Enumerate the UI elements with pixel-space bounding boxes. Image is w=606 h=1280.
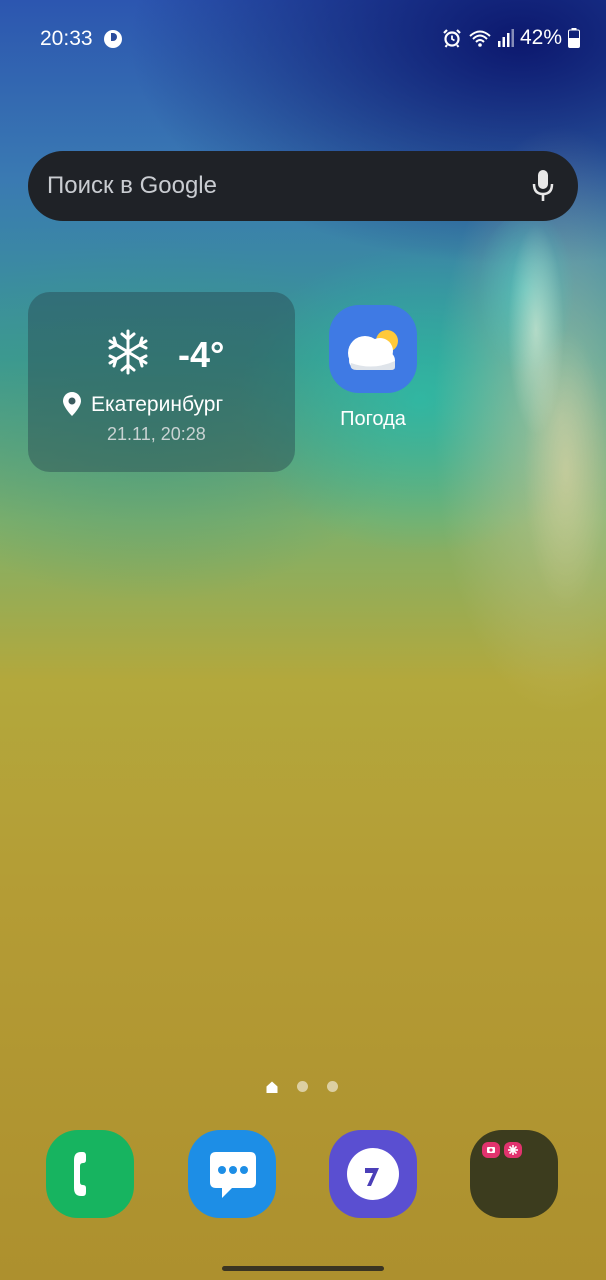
messages-app-icon[interactable] (188, 1130, 276, 1218)
page-indicator[interactable] (266, 1080, 338, 1093)
weather-widget[interactable] (28, 292, 295, 472)
alarm-icon (442, 28, 462, 48)
home-screen: 20:33 42% Поиск в Google -4° Екатеринбур… (0, 0, 606, 1280)
status-icons: 42% (442, 26, 580, 50)
mic-icon[interactable] (530, 169, 556, 203)
google-search-bar[interactable]: Поиск в Google (28, 151, 578, 221)
app-folder-icon[interactable] (470, 1130, 558, 1218)
battery-icon (568, 28, 580, 48)
home-page-icon[interactable] (266, 1080, 278, 1093)
weather-app-label[interactable]: Погода (318, 408, 428, 431)
weather-temperature: -4° (178, 334, 225, 375)
snowflake-icon (105, 328, 151, 381)
weather-updated-time: 21.11, 20:28 (107, 424, 206, 444)
status-time: 20:33 (40, 27, 93, 50)
weather-city: Екатеринбург (91, 393, 224, 416)
location-pin-icon (63, 392, 81, 421)
battery-percent: 42% (519, 26, 562, 49)
wifi-icon (468, 28, 492, 48)
status-bar[interactable]: 20:33 42% (0, 0, 606, 80)
navigation-gesture-handle[interactable] (222, 1266, 384, 1271)
page-dot[interactable] (297, 1080, 308, 1092)
page-dot[interactable] (327, 1080, 338, 1092)
weather-app-icon[interactable] (329, 305, 417, 393)
signal-icon (497, 29, 514, 47)
search-placeholder: Поиск в Google (47, 172, 217, 199)
wallpaper-swirl (446, 210, 606, 650)
internet-app-icon[interactable] (329, 1130, 417, 1218)
app-notification-icon (104, 30, 122, 48)
phone-app-icon[interactable] (46, 1130, 134, 1218)
